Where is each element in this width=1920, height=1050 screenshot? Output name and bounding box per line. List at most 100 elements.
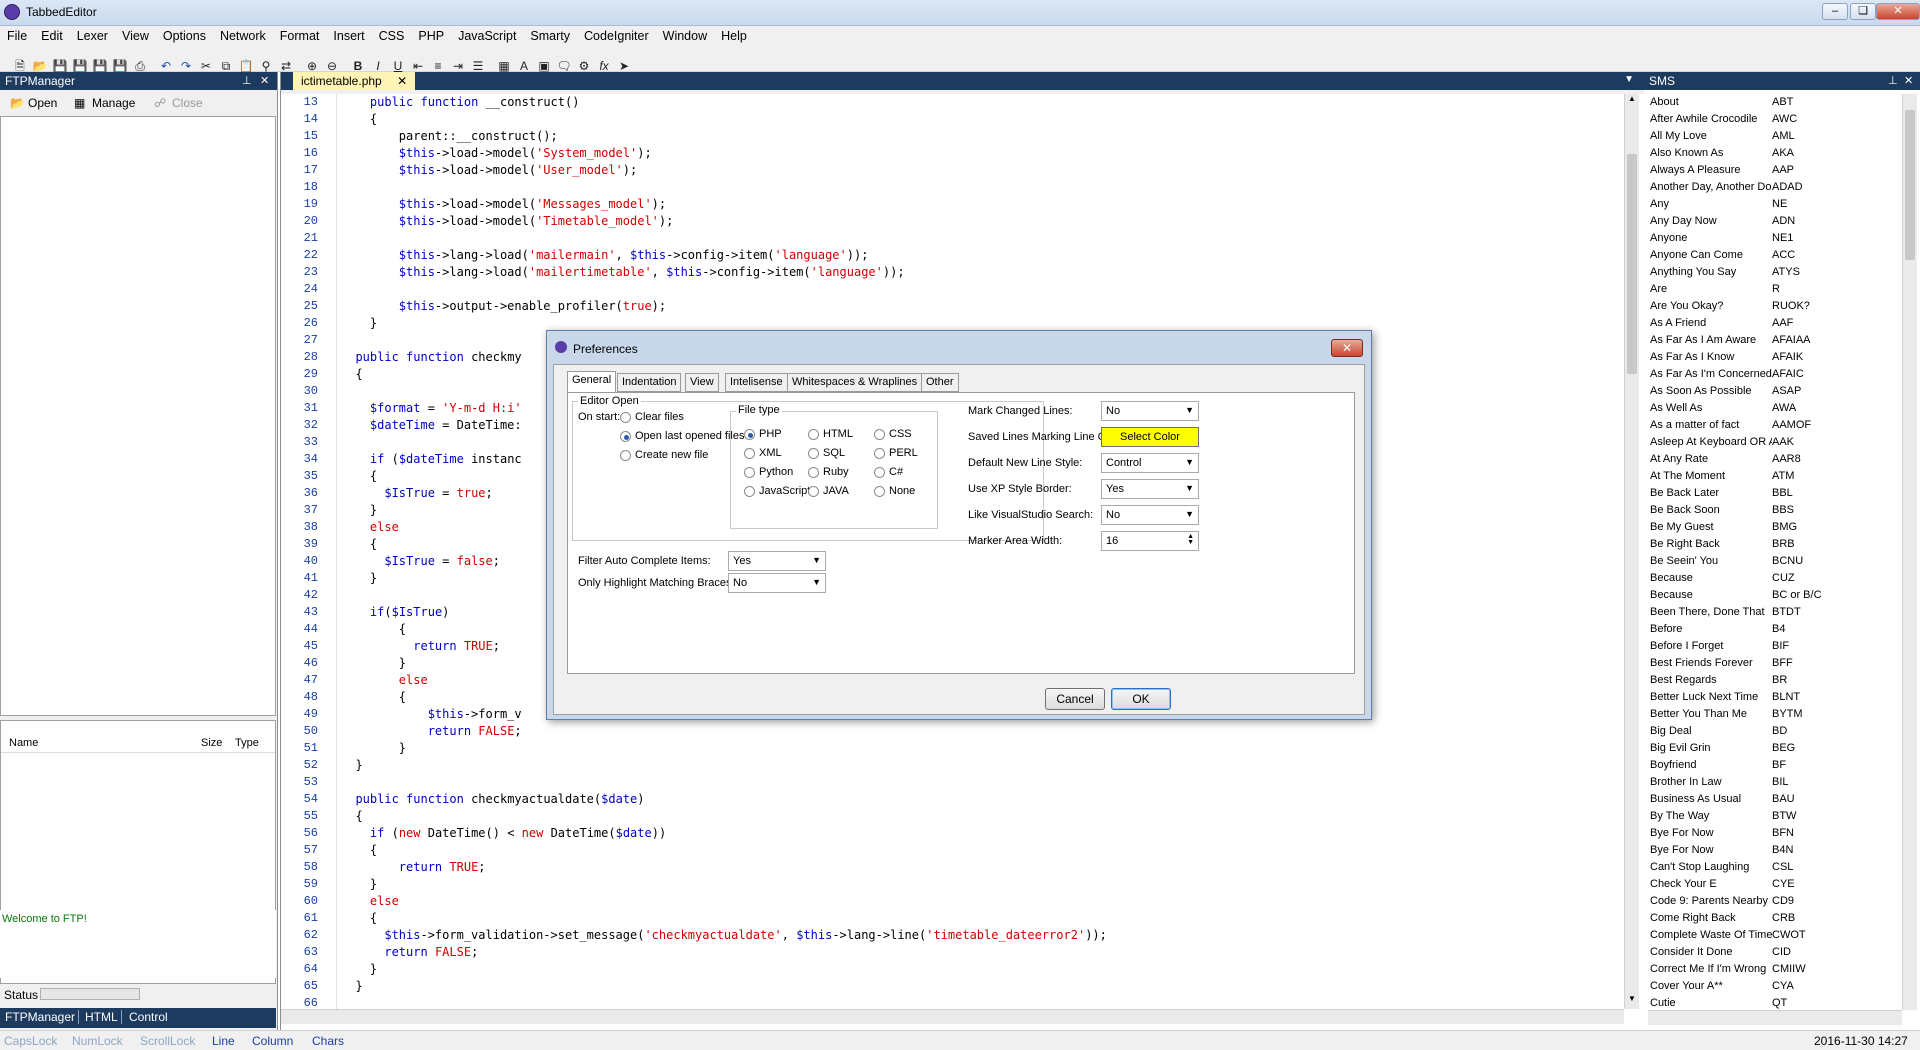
editor-horizontal-scrollbar[interactable] xyxy=(281,1009,1624,1024)
close-panel-icon[interactable]: ✕ xyxy=(260,74,269,87)
pin-icon[interactable]: ⊥ xyxy=(242,74,252,87)
tab-ftpmanager[interactable]: FTPManager xyxy=(2,1010,80,1024)
sms-list-item[interactable]: Better Luck Next Time BLNT xyxy=(1648,689,1898,706)
tab-html[interactable]: HTML xyxy=(82,1010,122,1024)
code-line[interactable]: public function checkmyactualdate($date) xyxy=(341,791,1621,808)
sms-list-item[interactable]: Be My Guest BMG xyxy=(1648,519,1898,536)
sms-list-item[interactable]: Always A Pleasure AAP xyxy=(1648,162,1898,179)
code-line[interactable]: } xyxy=(341,757,1621,774)
sms-list-item[interactable]: Correct Me If I'm Wrong CMIIW xyxy=(1648,961,1898,978)
sms-list-item[interactable]: Before I Forget BIF xyxy=(1648,638,1898,655)
menu-codeigniter[interactable]: CodeIgniter xyxy=(577,26,656,46)
code-line[interactable]: return FALSE; xyxy=(341,723,1621,740)
sms-list-item[interactable]: Bye For Now BFN xyxy=(1648,825,1898,842)
sms-close-icon[interactable]: ✕ xyxy=(1904,74,1913,87)
menu-view[interactable]: View xyxy=(115,26,156,46)
menu-format[interactable]: Format xyxy=(273,26,327,46)
sms-vertical-scrollbar[interactable] xyxy=(1902,94,1917,1010)
menu-insert[interactable]: Insert xyxy=(326,26,371,46)
sms-list-item[interactable]: Any NE xyxy=(1648,196,1898,213)
menu-window[interactable]: Window xyxy=(656,26,714,46)
code-line[interactable]: $this->form_validation->set_message('che… xyxy=(341,927,1621,944)
sms-list-item[interactable]: Check Your E CYE xyxy=(1648,876,1898,893)
menu-edit[interactable]: Edit xyxy=(34,26,70,46)
tab-general[interactable]: General xyxy=(567,371,617,393)
radio-filetype-xml[interactable] xyxy=(744,448,755,459)
sms-list-item[interactable]: As a matter of fact AAMOF xyxy=(1648,417,1898,434)
sms-list-item[interactable]: Brother In Law BIL xyxy=(1648,774,1898,791)
marker-width-stepper[interactable]: 16 ▲ ▼ xyxy=(1101,531,1199,551)
sms-list-item[interactable]: Consider It Done CID xyxy=(1648,944,1898,961)
sms-list-item[interactable]: Are R xyxy=(1648,281,1898,298)
menu-css[interactable]: CSS xyxy=(372,26,412,46)
scroll-up-icon[interactable]: ▲ xyxy=(1626,94,1638,106)
menu-file[interactable]: File xyxy=(0,26,34,46)
code-line[interactable]: $this->lang->load('mailermain', $this->c… xyxy=(341,247,1621,264)
tab-other[interactable]: Other xyxy=(921,373,959,392)
col-type[interactable]: Type xyxy=(235,737,259,749)
code-line[interactable] xyxy=(341,774,1621,791)
sms-list-item[interactable]: Are You Okay? RUOK? xyxy=(1648,298,1898,315)
code-line[interactable]: else xyxy=(341,893,1621,910)
tab-list-icon[interactable]: ▼ xyxy=(1624,74,1634,85)
sms-list-item[interactable]: Can't Stop Laughing CSL xyxy=(1648,859,1898,876)
sms-list-item[interactable]: Come Right Back CRB xyxy=(1648,910,1898,927)
sms-list-item[interactable]: Anything You Say ATYS xyxy=(1648,264,1898,281)
dialog-close-button[interactable]: ✕ xyxy=(1331,339,1363,357)
sms-list-item[interactable]: Big Deal BD xyxy=(1648,723,1898,740)
sms-list-item[interactable]: Another Day, Another DollarADAD xyxy=(1648,179,1898,196)
radio-filetype-css[interactable] xyxy=(874,429,885,440)
code-line[interactable]: $this->output->enable_profiler(true); xyxy=(341,298,1621,315)
code-line[interactable]: } xyxy=(341,876,1621,893)
filter-autocomplete-select[interactable]: Yes ▼ xyxy=(728,551,826,571)
radio-filetype-csharp[interactable] xyxy=(874,467,885,478)
radio-create-new[interactable] xyxy=(620,450,631,461)
sms-list-item[interactable]: As Far As I'm Concerned AFAIC xyxy=(1648,366,1898,383)
tab-indentation[interactable]: Indentation xyxy=(617,373,682,392)
radio-filetype-ruby[interactable] xyxy=(808,467,819,478)
radio-filetype-sql[interactable] xyxy=(808,448,819,459)
sms-list-item[interactable]: Because BC or B/C xyxy=(1648,587,1898,604)
sms-list-item[interactable]: As Far As I Know AFAIK xyxy=(1648,349,1898,366)
sms-list-item[interactable]: Anyone NE1 xyxy=(1648,230,1898,247)
close-window-button[interactable]: ✕ xyxy=(1876,3,1920,20)
code-line[interactable]: $this->load->model('User_model'); xyxy=(341,162,1621,179)
col-name[interactable]: Name xyxy=(9,737,38,749)
code-line[interactable]: if (new DateTime() < new DateTime($date)… xyxy=(341,825,1621,842)
code-line[interactable]: public function __construct() xyxy=(341,94,1621,111)
sms-list-item[interactable]: At Any Rate AAR8 xyxy=(1648,451,1898,468)
editor-vertical-scrollbar[interactable]: ▲ ▼ xyxy=(1624,94,1639,1009)
code-line[interactable]: { xyxy=(341,910,1621,927)
radio-filetype-php[interactable] xyxy=(744,429,755,440)
sms-list[interactable]: About ABT After Awhile Crocodile AWC All My … xyxy=(1648,94,1898,1010)
menu-smarty[interactable]: Smarty xyxy=(523,26,577,46)
sms-list-item[interactable]: Be Back Soon BBS xyxy=(1648,502,1898,519)
sms-list-item[interactable]: Big Evil Grin BEG xyxy=(1648,740,1898,757)
code-line[interactable]: return TRUE; xyxy=(341,859,1621,876)
sms-list-item[interactable]: Also Known As AKA xyxy=(1648,145,1898,162)
sms-list-item[interactable]: Anyone Can Come ACC xyxy=(1648,247,1898,264)
ftp-manage-button[interactable]: Manage xyxy=(92,96,135,110)
radio-filetype-none[interactable] xyxy=(874,486,885,497)
sms-list-item[interactable]: Because CUZ xyxy=(1648,570,1898,587)
code-line[interactable]: return FALSE; xyxy=(341,944,1621,961)
open-icon[interactable]: 📂 xyxy=(10,96,25,110)
sms-list-item[interactable]: Code 9: Parents Nearby CD9 xyxy=(1648,893,1898,910)
sms-list-item[interactable]: As Well As AWA xyxy=(1648,400,1898,417)
sms-list-item[interactable]: Cover Your A** CYA xyxy=(1648,978,1898,995)
sms-list-item[interactable]: By The Way BTW xyxy=(1648,808,1898,825)
menu-lexer[interactable]: Lexer xyxy=(70,26,115,46)
close-tab-icon[interactable]: ✕ xyxy=(397,74,407,88)
sms-list-item[interactable]: Cutie QT xyxy=(1648,995,1898,1010)
sms-list-item[interactable]: Boyfriend BF xyxy=(1648,757,1898,774)
menu-help[interactable]: Help xyxy=(714,26,754,46)
menu-php[interactable]: PHP xyxy=(411,26,451,46)
code-line[interactable] xyxy=(341,281,1621,298)
sms-list-item[interactable]: Bye For Now B4N xyxy=(1648,842,1898,859)
code-line[interactable] xyxy=(341,230,1621,247)
spin-arrows-icon[interactable]: ▲ ▼ xyxy=(1187,533,1194,546)
col-size[interactable]: Size xyxy=(201,737,222,749)
sms-list-item[interactable]: Be Back Later BBL xyxy=(1648,485,1898,502)
radio-filetype-javascript[interactable] xyxy=(744,486,755,497)
highlight-braces-select[interactable]: No ▼ xyxy=(728,573,826,593)
